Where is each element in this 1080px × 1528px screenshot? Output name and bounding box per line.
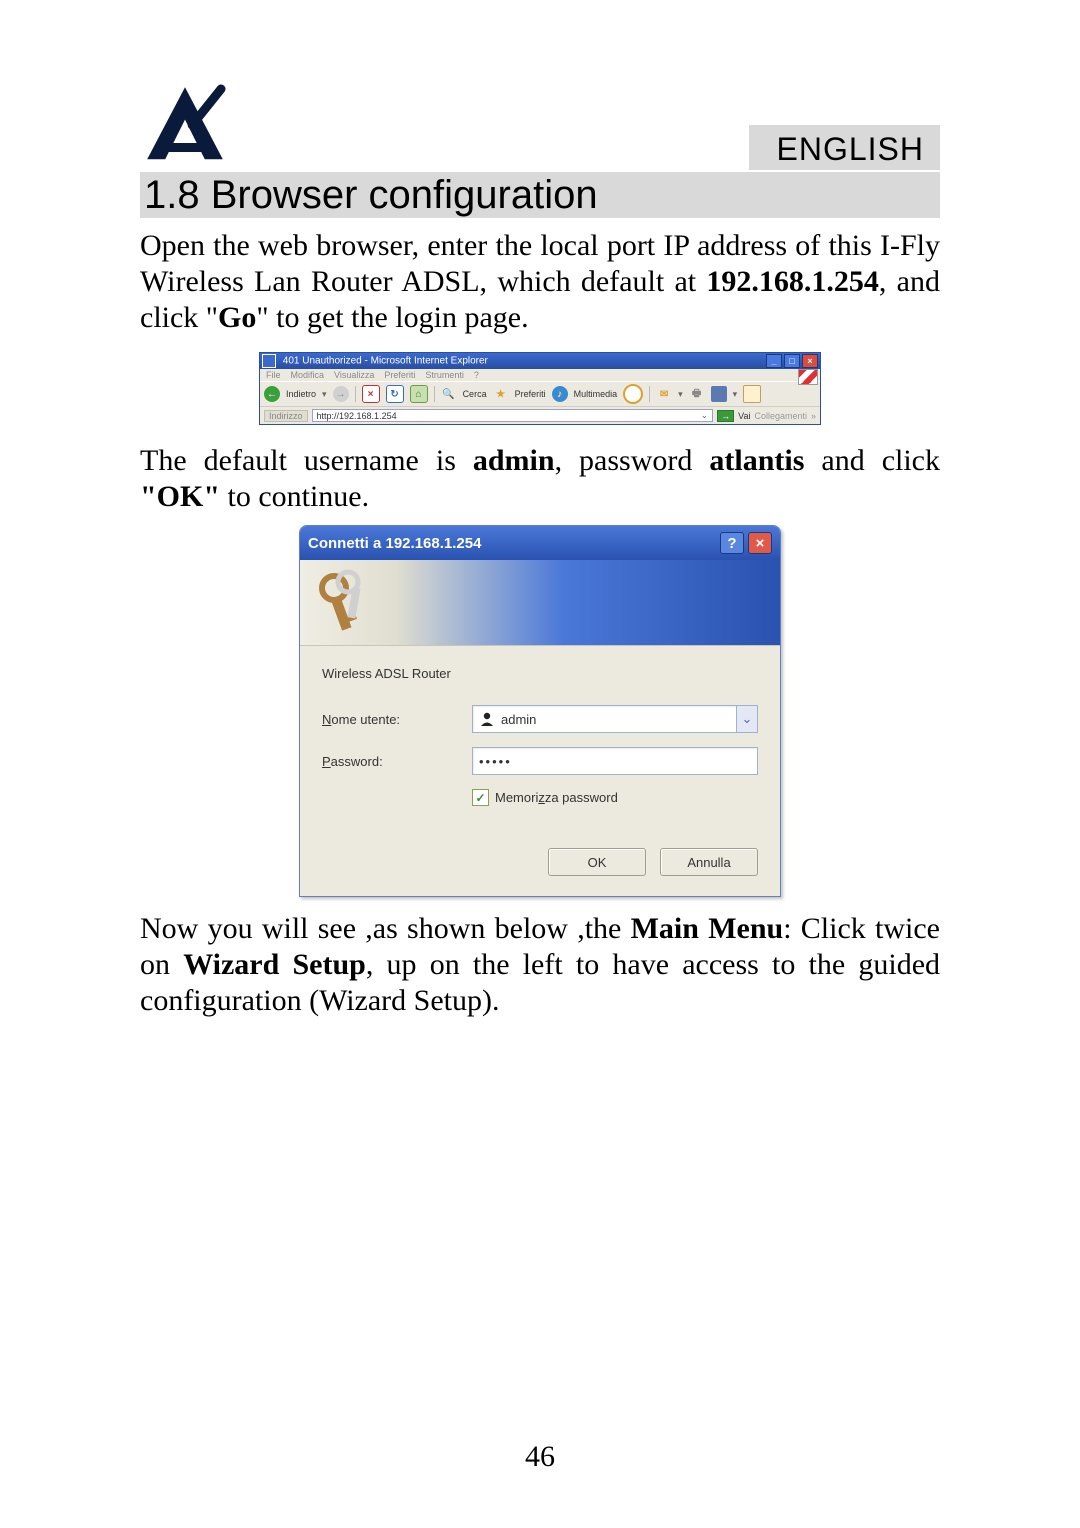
login-title-text: Connetti a 192.168.1.254 xyxy=(308,535,481,552)
username-label: Nome utente: xyxy=(322,712,472,727)
close-button[interactable]: × xyxy=(802,354,818,368)
edit-icon[interactable] xyxy=(711,386,727,402)
cancel-button[interactable]: Annulla xyxy=(660,848,758,876)
back-label[interactable]: Indietro xyxy=(286,389,316,399)
ie-menubar: File Modifica Visualizza Preferiti Strum… xyxy=(260,369,820,381)
login-titlebar: Connetti a 192.168.1.254 ? × xyxy=(300,526,780,560)
menu-visualizza[interactable]: Visualizza xyxy=(334,370,374,380)
login-banner xyxy=(300,560,780,646)
ok-button[interactable]: OK xyxy=(548,848,646,876)
paragraph-1: Open the web browser, enter the local po… xyxy=(140,228,940,336)
language-label: ENGLISH xyxy=(749,125,940,170)
menu-help[interactable]: ? xyxy=(474,370,479,380)
refresh-icon[interactable]: ↻ xyxy=(386,385,404,403)
paragraph-3: Now you will see ,as shown below ,the Ma… xyxy=(140,911,940,1019)
ie-app-icon xyxy=(262,354,276,368)
forward-icon: → xyxy=(333,386,349,402)
password-label: Password: xyxy=(322,754,472,769)
print-icon[interactable]: 🖶 xyxy=(689,386,705,402)
remember-password-label: Memorizza password xyxy=(495,790,618,805)
ie-throbber-icon xyxy=(798,369,818,385)
username-field[interactable]: admin ⌄ xyxy=(472,705,758,733)
home-icon[interactable]: ⌂ xyxy=(410,385,428,403)
keys-icon xyxy=(314,568,374,638)
favorites-icon[interactable]: ★ xyxy=(493,386,509,402)
brand-logo xyxy=(140,80,230,170)
media-icon[interactable]: ♪ xyxy=(552,386,568,402)
ie-title-text: 401 Unauthorized - Microsoft Internet Ex… xyxy=(283,356,488,367)
stop-icon[interactable]: × xyxy=(362,385,380,403)
back-icon[interactable]: ← xyxy=(264,386,280,402)
user-icon xyxy=(479,711,495,727)
favorites-label[interactable]: Preferiti xyxy=(515,389,546,399)
menu-file[interactable]: File xyxy=(266,370,281,380)
ie-titlebar: 401 Unauthorized - Microsoft Internet Ex… xyxy=(260,353,820,369)
search-icon[interactable]: 🔍 xyxy=(441,386,457,402)
address-label: Indirizzo xyxy=(264,410,308,422)
mail-icon[interactable]: ✉ xyxy=(656,386,672,402)
paragraph-2: The default username is admin, password … xyxy=(140,443,940,515)
password-value: ••••• xyxy=(479,754,512,769)
menu-preferiti[interactable]: Preferiti xyxy=(384,370,415,380)
chevron-down-icon[interactable]: ⌄ xyxy=(736,706,757,732)
minimize-button[interactable]: _ xyxy=(766,354,782,368)
checkmark-icon: ✓ xyxy=(472,789,489,806)
help-button[interactable]: ? xyxy=(720,532,744,554)
go-button[interactable]: → xyxy=(717,410,734,422)
ie-address-bar: Indirizzo http://192.168.1.254 ⌄ → Vai C… xyxy=(260,406,820,424)
media-label[interactable]: Multimedia xyxy=(574,389,618,399)
page-number: 46 xyxy=(0,1440,1080,1474)
go-label[interactable]: Vai xyxy=(738,411,750,421)
login-realm: Wireless ADSL Router xyxy=(322,666,758,681)
menu-strumenti[interactable]: Strumenti xyxy=(425,370,464,380)
menu-modifica[interactable]: Modifica xyxy=(291,370,325,380)
username-value: admin xyxy=(501,712,536,727)
links-label[interactable]: Collegamenti xyxy=(754,411,807,421)
close-button[interactable]: × xyxy=(748,532,772,554)
history-icon[interactable] xyxy=(623,384,643,404)
section-title: 1.8 Browser configuration xyxy=(140,172,940,218)
password-field[interactable]: ••••• xyxy=(472,747,758,775)
login-dialog: Connetti a 192.168.1.254 ? × Wireless AD… xyxy=(299,525,781,897)
discuss-icon[interactable] xyxy=(743,385,761,403)
ie-window-figure: 401 Unauthorized - Microsoft Internet Ex… xyxy=(259,352,821,425)
address-input[interactable]: http://192.168.1.254 ⌄ xyxy=(312,409,714,422)
search-label[interactable]: Cerca xyxy=(463,389,487,399)
maximize-button[interactable]: □ xyxy=(784,354,800,368)
remember-password-checkbox[interactable]: ✓ Memorizza password xyxy=(472,789,758,806)
ie-toolbar: ← Indietro ▾ → × ↻ ⌂ 🔍 Cerca ★ Preferiti… xyxy=(260,381,820,406)
